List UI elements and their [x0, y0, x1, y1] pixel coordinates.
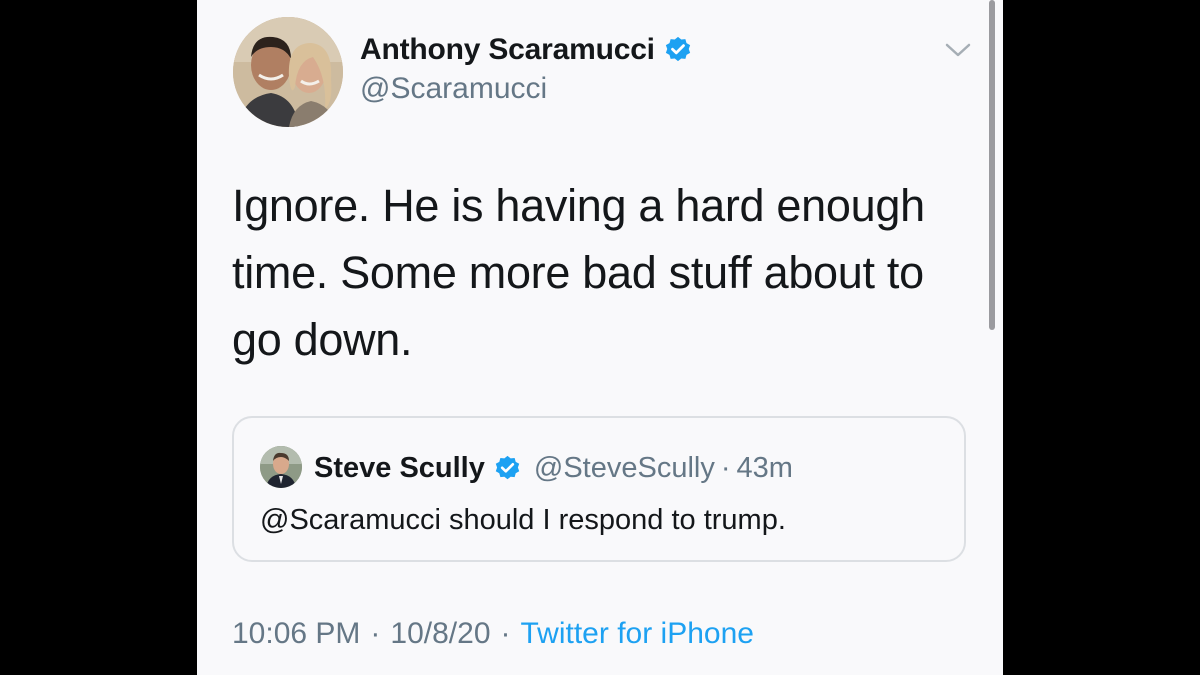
quoted-timestamp: 43m — [736, 451, 793, 484]
author-handle[interactable]: @Scaramucci — [360, 72, 547, 106]
quoted-author-name: Steve Scully — [314, 451, 485, 484]
author-avatar[interactable] — [233, 17, 343, 127]
verified-badge-icon — [493, 454, 522, 483]
quoted-tweet-header: Steve Scully @SteveScully · 43m — [314, 448, 793, 488]
meta-separator: · — [500, 617, 511, 650]
tweet-meta: 10:06 PM · 10/8/20 · Twitter for iPhone — [232, 614, 754, 654]
screenshot-stage: Anthony Scaramucci @Scaramucci Ignore. H… — [0, 0, 1200, 675]
scrollbar[interactable] — [989, 0, 995, 330]
tweet-time: 10:06 PM — [232, 617, 361, 650]
chevron-down-icon[interactable] — [944, 40, 972, 60]
author-name-row[interactable]: Anthony Scaramucci — [360, 30, 693, 70]
quoted-separator: · — [720, 451, 731, 484]
quoted-author-handle: @SteveScully — [533, 451, 715, 484]
author-name[interactable]: Anthony Scaramucci — [360, 33, 655, 67]
tweet-text: Ignore. He is having a hard enough time.… — [232, 180, 925, 365]
meta-separator: · — [370, 617, 381, 650]
quoted-tweet-text: @Scaramucci should I respond to trump. — [260, 504, 786, 536]
quoted-tweet-card[interactable]: Steve Scully @SteveScully · 43m @Scaramu… — [232, 416, 966, 562]
verified-badge-icon — [663, 35, 693, 65]
quoted-author-avatar — [260, 446, 302, 488]
tweet-source-link[interactable]: Twitter for iPhone — [521, 617, 754, 651]
tweet-date: 10/8/20 — [390, 617, 491, 650]
